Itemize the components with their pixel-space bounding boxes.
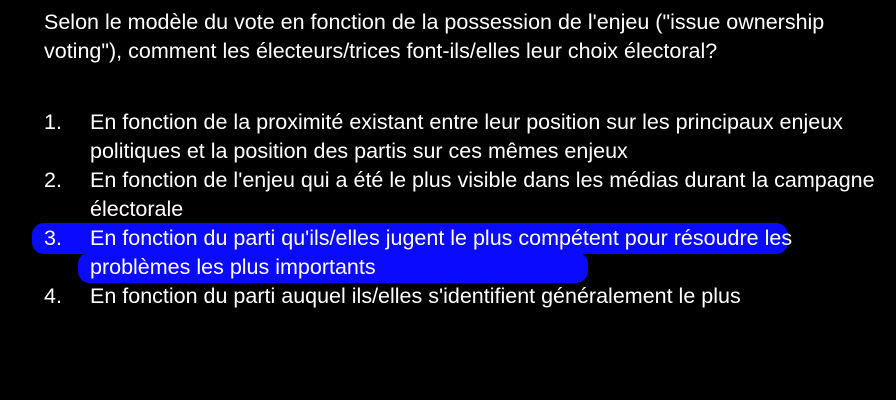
option-2-number: 2. xyxy=(44,168,62,192)
option-3-number: 3. xyxy=(44,226,62,250)
option-3-highlighted[interactable]: 3. En fonction du parti qu'ils/elles jug… xyxy=(32,223,884,283)
option-1-number: 1. xyxy=(44,110,62,134)
option-2[interactable]: 2. En fonction de l'enjeu qui a été le p… xyxy=(44,166,884,224)
option-2-text: En fonction de l'enjeu qui a été le plus… xyxy=(90,168,875,221)
option-4-text: En fonction du parti auquel ils/elles s'… xyxy=(90,284,741,308)
option-3-text: En fonction du parti qu'ils/elles jugent… xyxy=(90,226,793,279)
question-text: Selon le modèle du vote en fonction de l… xyxy=(44,10,825,63)
option-1-text: En fonction de la proximité existant ent… xyxy=(90,110,843,163)
option-1[interactable]: 1. En fonction de la proximité existant … xyxy=(44,108,884,166)
option-4-number: 4. xyxy=(44,284,62,308)
answer-options-list: 1. En fonction de la proximité existant … xyxy=(32,108,884,311)
option-4[interactable]: 4. En fonction du parti auquel ils/elles… xyxy=(44,282,884,311)
